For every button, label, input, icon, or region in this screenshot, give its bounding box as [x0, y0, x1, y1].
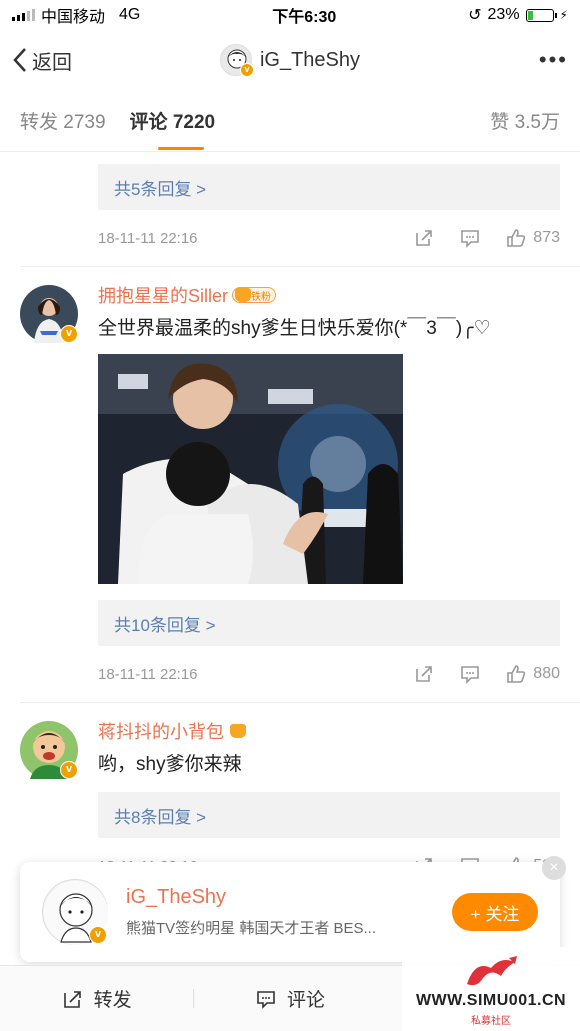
verified-icon: v: [60, 761, 78, 779]
comment-item: 共5条回复 > 18-11-11 22:16 873: [0, 164, 580, 266]
crown-icon: [230, 724, 246, 738]
replies-link[interactable]: 共8条回复 >: [98, 792, 560, 838]
crown-icon: [235, 288, 252, 302]
charging-icon: ⚡: [559, 8, 568, 22]
watermark-site: WWW.SIMU001.CN: [415, 992, 567, 1009]
back-label: 返回: [32, 51, 72, 74]
tab-repost[interactable]: 转发 2739: [20, 107, 106, 134]
comment-icon: [257, 990, 275, 1009]
watermark: WWW.SIMU001.CN 私募社区: [402, 947, 580, 1031]
close-icon[interactable]: ×: [542, 856, 566, 880]
avatar[interactable]: v: [20, 721, 78, 779]
share-icon: [63, 990, 81, 1008]
thumbs-up-icon: [507, 229, 526, 247]
share-icon: [416, 666, 433, 682]
comment-label: 评论: [286, 990, 325, 1011]
tab-comment[interactable]: 评论 7220: [130, 107, 215, 150]
signal-icon: [12, 9, 35, 21]
follow-card-description: 熊猫TV签约明星 韩国天才王者 BES...: [126, 920, 377, 937]
verified-icon: v: [60, 325, 78, 343]
tab-like[interactable]: 赞 3.5万: [490, 107, 560, 134]
verified-icon: v: [89, 926, 107, 944]
back-button[interactable]: 返回: [12, 46, 72, 75]
rotation-lock-icon: ↺: [468, 7, 482, 24]
battery-icon: [525, 8, 557, 22]
watermark-sub: 私募社区: [471, 1016, 511, 1027]
comment-text: 全世界最温柔的shy爹生日快乐爱你(*￣3￣)╭♡: [98, 318, 491, 339]
comment-meta: 18-11-11 22:16 873: [98, 210, 560, 266]
clock: 下午6:30: [272, 9, 337, 26]
comment-item: v 拥抱星星的Siller 铁粉 全世界最温柔的shy爹生日快乐爱你(*￣3￣)…: [0, 267, 580, 702]
carrier: 中国移动: [41, 9, 106, 26]
avatar[interactable]: v: [20, 285, 78, 343]
fan-badge: 铁粉: [232, 287, 277, 303]
nav-bar: 返回 v iG_TheShy •••: [0, 30, 580, 90]
page-title: iG_TheShy: [259, 48, 361, 71]
repost-label: 转发: [93, 990, 132, 1011]
comment-action[interactable]: [459, 227, 481, 249]
comment-icon: [461, 230, 480, 248]
status-bar: 中国移动 4G 下午6:30 ↺ 23% ⚡: [0, 0, 580, 30]
battery-percent: 23%: [487, 6, 520, 23]
comment-action[interactable]: [459, 663, 481, 685]
avatar: v: [219, 44, 254, 77]
comment-author[interactable]: 蒋抖抖的小背包: [98, 718, 224, 744]
network-type: 4G: [119, 6, 141, 23]
avatar: v: [42, 879, 108, 945]
more-icon[interactable]: •••: [539, 47, 568, 73]
like-action[interactable]: 873: [505, 227, 560, 249]
like-count: 873: [533, 229, 560, 246]
comment-author[interactable]: 拥抱星星的Siller: [98, 282, 228, 308]
comment-image[interactable]: [98, 354, 403, 584]
repost-button[interactable]: 转发: [0, 985, 193, 1012]
comment-time: 18-11-11 22:16: [98, 665, 198, 683]
comment-text: 哟，shy爹你来辣: [98, 754, 242, 775]
share-icon: [416, 230, 433, 246]
comment-button[interactable]: 评论: [193, 985, 386, 1012]
like-count: 880: [533, 665, 560, 682]
comment-time: 18-11-11 22:16: [98, 229, 198, 247]
nav-title-group[interactable]: v iG_TheShy: [219, 44, 361, 77]
follow-button[interactable]: + 关注: [452, 893, 538, 931]
thumbs-up-icon: [507, 665, 526, 683]
repost-action[interactable]: [413, 227, 435, 249]
like-action[interactable]: 880: [505, 663, 560, 685]
repost-action[interactable]: [413, 663, 435, 685]
tab-bar: 转发 2739 评论 7220 赞 3.5万: [0, 90, 580, 152]
replies-link[interactable]: 共5条回复 >: [98, 164, 560, 210]
comment-meta: 18-11-11 22:16 880: [98, 646, 560, 702]
watermark-logo-icon: [467, 956, 517, 986]
follow-card-name: iG_TheShy: [126, 886, 227, 908]
chevron-left-icon: [13, 48, 26, 72]
comment-icon: [461, 666, 480, 684]
verified-icon: v: [239, 63, 254, 77]
replies-link[interactable]: 共10条回复 >: [98, 600, 560, 646]
comment-list: 共5条回复 > 18-11-11 22:16 873 v 拥抱星星的Siller…: [0, 152, 580, 965]
fan-badge-label: 铁粉: [251, 291, 272, 303]
